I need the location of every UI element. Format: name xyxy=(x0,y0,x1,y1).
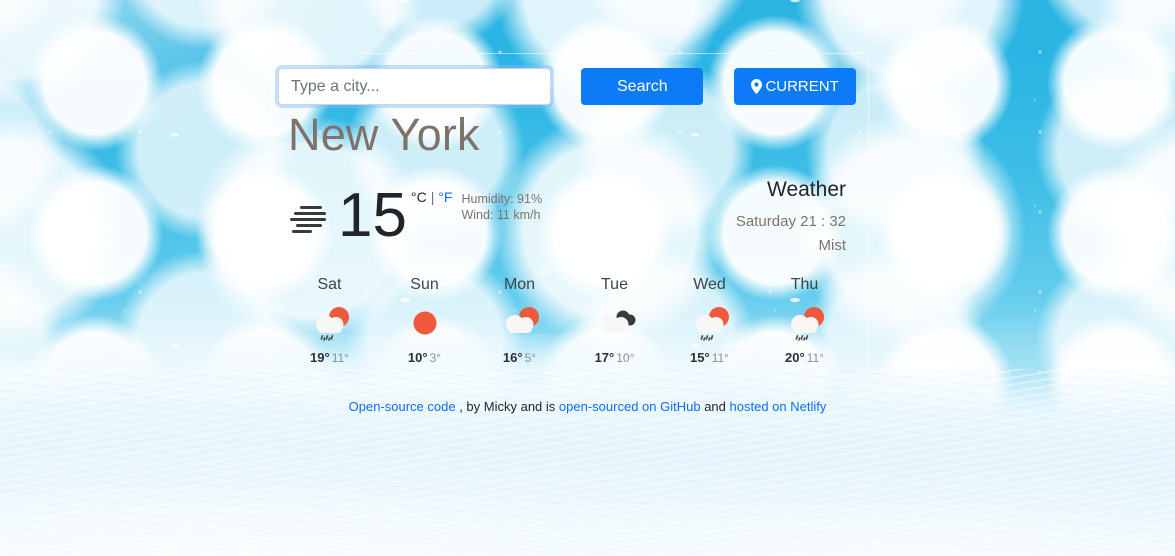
sun-cloud-rain-icon xyxy=(282,304,377,344)
forecast-day-name: Sat xyxy=(317,276,342,293)
footer-text-2: and xyxy=(704,399,726,414)
forecast-day: Thu 20° 11° xyxy=(757,275,852,365)
footer-link-netlify[interactable]: hosted on Netlify xyxy=(730,399,827,414)
footer-link-github[interactable]: open-sourced on GitHub xyxy=(559,399,701,414)
forecast-row: Sat 19° 11° Sun 10° 3° Mon 16° 5° Tue 17° 10° Wed… xyxy=(282,275,852,365)
current-datetime: Saturday 21 : 32 xyxy=(735,213,846,230)
current-description: Mist xyxy=(818,237,847,254)
wind-value: Wind: 11 km/h xyxy=(461,208,541,222)
forecast-day-temps: 15° 11° xyxy=(662,350,757,365)
sun-cloud-rain-icon xyxy=(757,304,852,344)
forecast-low: 11° xyxy=(711,351,729,365)
current-location-button[interactable]: CURRENT xyxy=(734,68,856,105)
search-row: Search CURRENT xyxy=(278,68,856,105)
forecast-day-name: Sun xyxy=(410,276,439,293)
sun-cloud-rain-icon xyxy=(662,304,757,344)
forecast-day-temps: 10° 3° xyxy=(377,350,472,365)
forecast-low: 11° xyxy=(331,351,349,365)
forecast-day: Tue 17° 10° xyxy=(567,275,662,365)
forecast-day: Mon 16° 5° xyxy=(472,275,567,365)
footer-link-open-source-code[interactable]: Open-source code xyxy=(349,399,456,414)
current-location-label: CURRENT xyxy=(765,78,839,95)
unit-fahrenheit[interactable]: °F xyxy=(438,189,452,205)
forecast-low: 3° xyxy=(429,351,442,365)
current-meta: Humidity: 91% Wind: 11 km/h xyxy=(461,191,542,223)
sun-cloud-icon xyxy=(472,304,567,344)
forecast-high: 17° xyxy=(594,350,615,365)
forecast-day-temps: 20° 11° xyxy=(757,350,852,365)
clouds-icon xyxy=(567,304,662,344)
snow-field xyxy=(0,368,1175,556)
unit-toggle: °C | °F xyxy=(411,189,453,205)
mist-icon xyxy=(282,177,332,242)
forecast-high: 16° xyxy=(502,350,523,365)
forecast-day-temps: 16° 5° xyxy=(472,350,567,365)
city-title: New York xyxy=(288,109,480,160)
forecast-high: 15° xyxy=(690,350,710,365)
search-button[interactable]: Search xyxy=(581,68,704,105)
unit-celsius[interactable]: °C xyxy=(411,189,427,205)
footer: Open-source code , by Micky and is open-… xyxy=(0,399,1175,414)
current-conditions: 15 °C | °F Humidity: 91% Wind: 11 km/h Wea… xyxy=(278,177,856,257)
forecast-day-name: Wed xyxy=(693,276,726,293)
forecast-day-temps: 17° 10° xyxy=(567,350,662,365)
forecast-day-temps: 19° 11° xyxy=(282,350,377,365)
unit-separator: | xyxy=(430,189,435,205)
footer-text-1: , by Micky and is xyxy=(459,399,556,414)
forecast-high: 20° xyxy=(785,350,805,365)
forecast-high: 10° xyxy=(407,350,428,365)
forecast-day: Wed 15° 11° xyxy=(662,275,757,365)
current-summary: Weather Saturday 21 : 32 Mist xyxy=(736,177,850,257)
forecast-day-name: Tue xyxy=(601,276,628,293)
sun-icon xyxy=(377,304,472,344)
current-temperature: 15 xyxy=(338,181,407,250)
forecast-day-name: Mon xyxy=(503,276,536,293)
location-pin-icon xyxy=(751,79,763,94)
forecast-low: 5° xyxy=(524,351,537,365)
weather-heading: Weather xyxy=(767,178,846,201)
forecast-high: 19° xyxy=(310,350,330,365)
humidity-value: Humidity: 91% xyxy=(461,192,543,206)
weather-card: Search CURRENT New York xyxy=(265,53,869,386)
forecast-day: Sat 19° 11° xyxy=(282,275,377,365)
forecast-low: 11° xyxy=(806,351,824,365)
forecast-day-name: Thu xyxy=(790,276,819,293)
forecast-day: Sun 10° 3° xyxy=(377,275,472,365)
forecast-low: 10° xyxy=(616,351,635,365)
search-input[interactable] xyxy=(278,68,552,105)
